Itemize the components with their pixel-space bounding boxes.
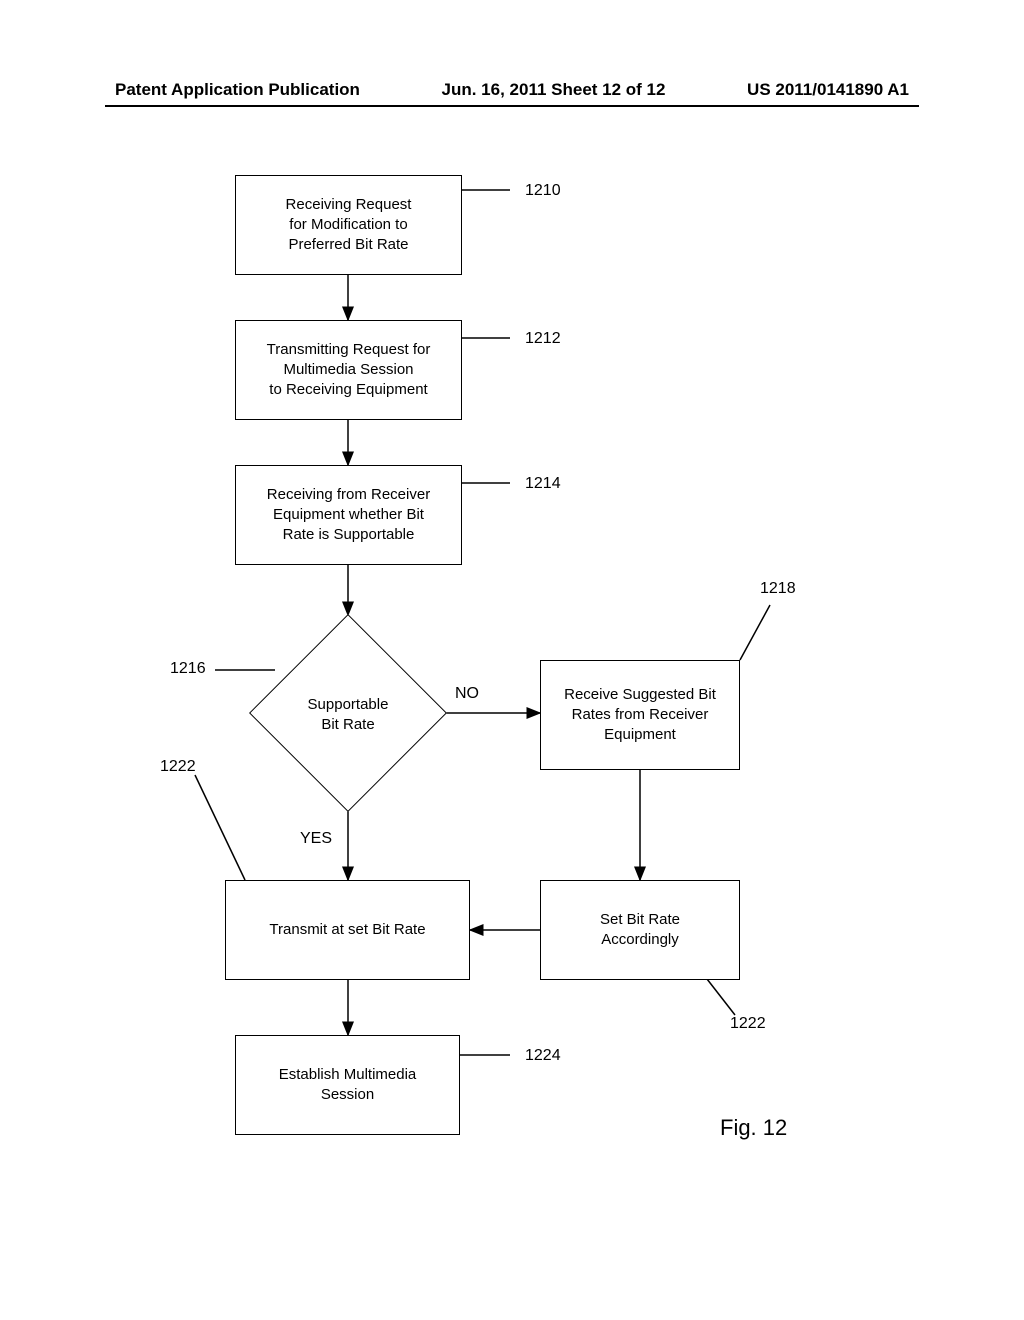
ref-1224: 1224 — [525, 1047, 561, 1065]
connectors — [0, 160, 1024, 1320]
header-right: US 2011/0141890 A1 — [747, 80, 909, 100]
box-establish-session: Establish MultimediaSession — [235, 1035, 460, 1135]
ref-1212: 1212 — [525, 330, 561, 348]
box-receive-suggested: Receive Suggested BitRates from Receiver… — [540, 660, 740, 770]
edge-yes: YES — [300, 830, 332, 848]
decision-supportable — [249, 614, 447, 812]
header-left: Patent Application Publication — [115, 80, 360, 100]
box-text: Receiving from ReceiverEquipment whether… — [267, 485, 430, 546]
box-text: Establish MultimediaSession — [279, 1065, 417, 1106]
box-receive-request: Receiving Requestfor Modification toPref… — [235, 175, 462, 275]
header-rule — [105, 105, 919, 107]
page-header: Patent Application Publication Jun. 16, … — [0, 80, 1024, 100]
box-transmit-request: Transmitting Request forMultimedia Sessi… — [235, 320, 462, 420]
ref-1210: 1210 — [525, 182, 561, 200]
box-text: Transmitting Request forMultimedia Sessi… — [267, 340, 431, 401]
box-receive-supportable: Receiving from ReceiverEquipment whether… — [235, 465, 462, 565]
ref-1222a: 1222 — [160, 758, 196, 776]
figure-label: Fig. 12 — [720, 1115, 787, 1141]
box-text: Transmit at set Bit Rate — [269, 920, 425, 940]
ref-1222b: 1222 — [730, 1015, 766, 1033]
ref-1218: 1218 — [760, 580, 796, 598]
box-set-bitrate: Set Bit RateAccordingly — [540, 880, 740, 980]
flowchart: Receiving Requestfor Modification toPref… — [0, 160, 1024, 1320]
edge-no: NO — [455, 685, 479, 703]
box-text: Receiving Requestfor Modification toPref… — [286, 195, 412, 256]
ref-1216: 1216 — [170, 660, 206, 678]
header-center: Jun. 16, 2011 Sheet 12 of 12 — [442, 80, 666, 100]
box-transmit-bitrate: Transmit at set Bit Rate — [225, 880, 470, 980]
box-text: Receive Suggested BitRates from Receiver… — [564, 685, 716, 746]
box-text: Set Bit RateAccordingly — [600, 910, 680, 951]
ref-1214: 1214 — [525, 475, 561, 493]
